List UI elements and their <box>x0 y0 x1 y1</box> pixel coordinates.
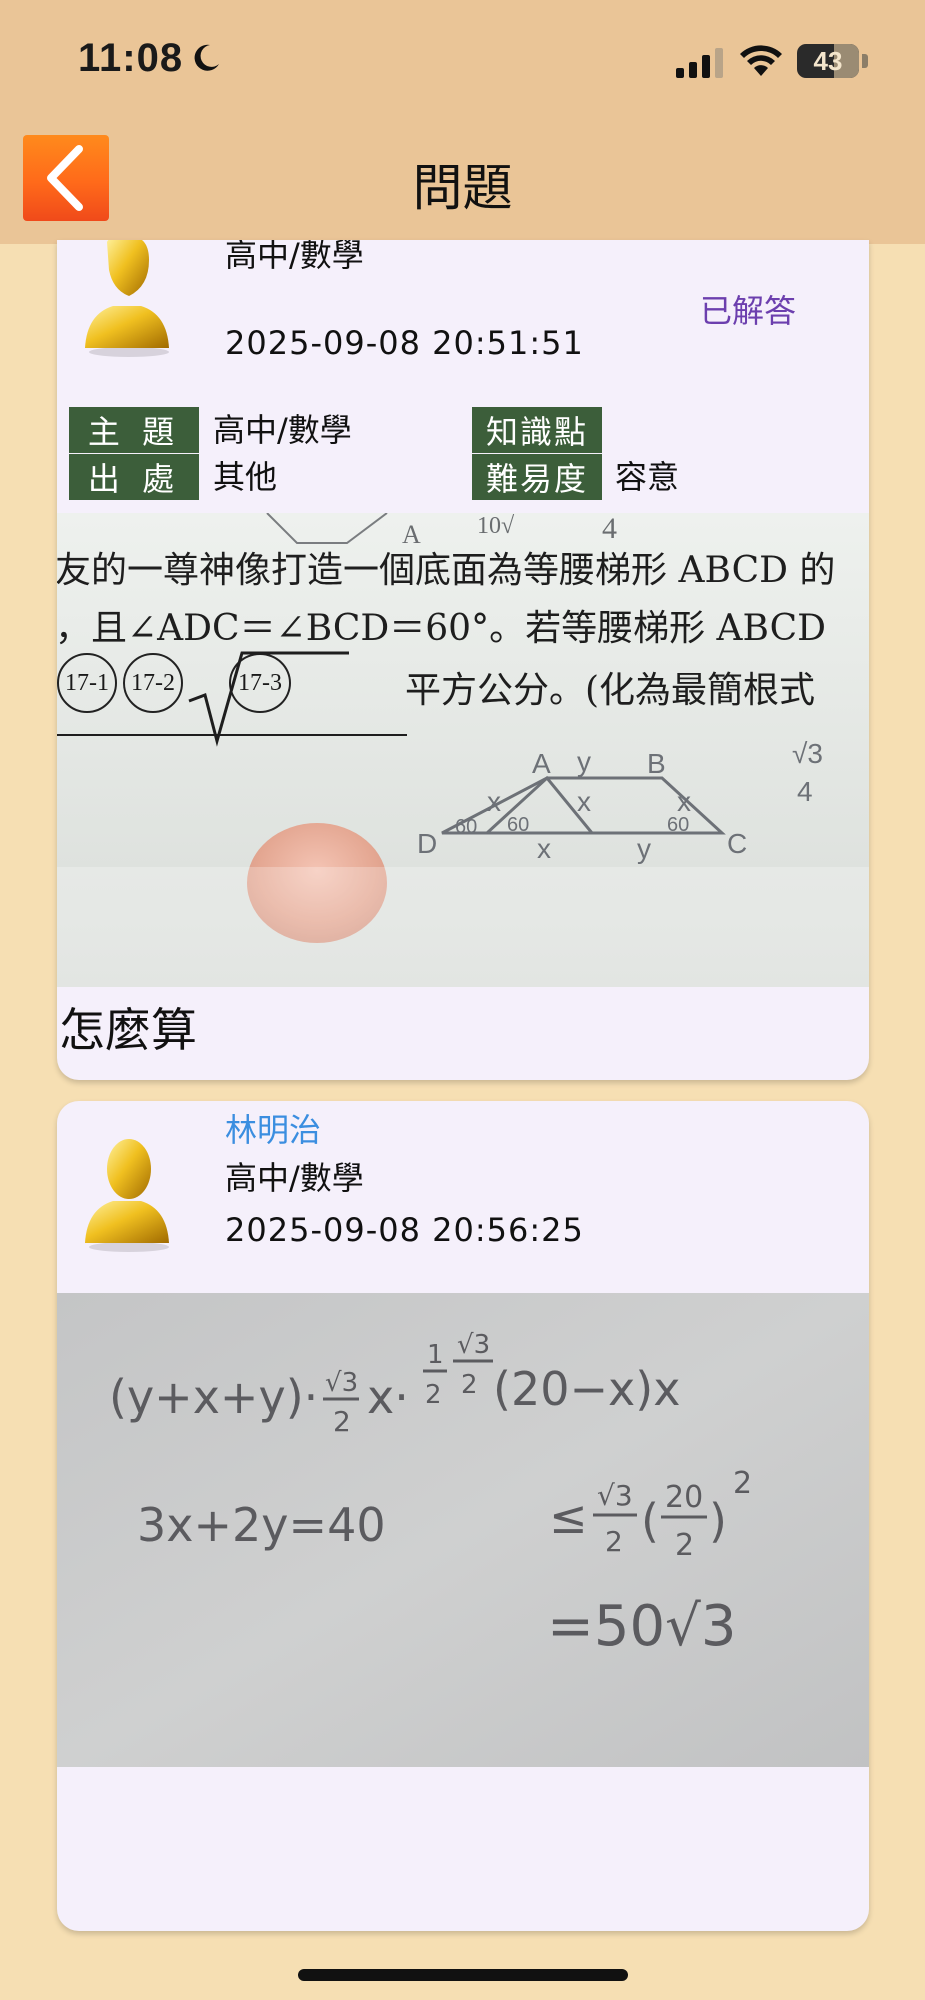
svg-text:2: 2 <box>333 1405 351 1438</box>
answer-card[interactable]: 林明治 高中/數學 2025-09-08 20:56:25 (y+x+y)· √… <box>57 1101 869 1931</box>
source-label: 出 處 <box>69 454 199 500</box>
question-photo[interactable]: A 10√ 4 友的一尊神像打造一個底面為等腰梯形 ABCD 的 ，且∠ADC＝… <box>57 513 869 987</box>
subject-line: 高中/數學 <box>225 1159 364 1197</box>
svg-text:(20−x)x: (20−x)x <box>493 1362 680 1416</box>
user-avatar-icon <box>85 1139 169 1252</box>
moon-icon <box>194 44 219 71</box>
svg-text:(y+x+y)·: (y+x+y)· <box>109 1370 318 1424</box>
photo-text-line1: 友的一尊神像打造一個底面為等腰梯形 ABCD 的 <box>57 550 836 591</box>
battery-level: 43 <box>813 46 843 76</box>
knowledge-label: 知識點 <box>472 407 602 453</box>
photo-text-line3: 平方公分。(化為最簡根式 <box>405 670 816 711</box>
svg-text:): ) <box>709 1494 727 1548</box>
question-text: 怎麼算 <box>59 1003 197 1057</box>
post-datetime: 2025-09-08 20:56:25 <box>225 1211 584 1249</box>
svg-text:B: B <box>647 748 666 779</box>
battery-icon: 43 <box>797 44 859 78</box>
answer-photo-image: (y+x+y)· √3 2 x· 1 2 √3 2 (20−x)x 3x+2y=… <box>57 1293 869 1767</box>
svg-text:x·: x· <box>367 1370 409 1424</box>
svg-text:10√: 10√ <box>477 513 515 539</box>
svg-text:A: A <box>532 748 551 779</box>
svg-text:2: 2 <box>605 1525 623 1558</box>
svg-text:x: x <box>537 833 551 864</box>
svg-text:≤: ≤ <box>549 1490 588 1544</box>
svg-text:60: 60 <box>455 816 477 838</box>
wifi-icon <box>740 45 782 76</box>
signal-icon <box>676 48 723 78</box>
svg-text:4: 4 <box>797 776 813 807</box>
svg-text:C: C <box>727 828 747 859</box>
svg-text:2: 2 <box>425 1380 442 1410</box>
page-title: 問題 <box>412 159 513 217</box>
user-avatar-icon <box>85 240 169 357</box>
svg-text:x: x <box>577 786 591 817</box>
difficulty-value: 容意 <box>615 458 680 496</box>
svg-text:2: 2 <box>461 1370 478 1400</box>
status-time: 11:08 <box>78 36 184 80</box>
svg-text:D: D <box>417 828 437 859</box>
battery-cap <box>862 54 868 68</box>
post-datetime: 2025-09-08 20:51:51 <box>225 324 584 362</box>
topic-label: 主 題 <box>69 407 199 453</box>
topic-value: 高中/數學 <box>213 411 352 449</box>
svg-text:=50√3: =50√3 <box>547 1594 737 1659</box>
svg-text:(: ( <box>641 1494 659 1548</box>
top-bar: 11:08 43 問題 <box>0 0 925 244</box>
svg-text:√3: √3 <box>325 1368 358 1398</box>
svg-text:x: x <box>487 786 501 817</box>
svg-text:3x+2y=40: 3x+2y=40 <box>137 1498 386 1552</box>
svg-text:1: 1 <box>427 1340 444 1370</box>
difficulty-label: 難易度 <box>472 454 602 500</box>
svg-text:√3: √3 <box>792 738 823 769</box>
svg-text:√3: √3 <box>597 1479 633 1512</box>
answer-photo[interactable]: (y+x+y)· √3 2 x· 1 2 √3 2 (20−x)x 3x+2y=… <box>57 1293 869 1767</box>
svg-text:y: y <box>637 833 651 864</box>
home-indicator[interactable] <box>298 1969 628 1981</box>
question-card[interactable]: 高中/數學 2025-09-08 20:51:51 已解答 主 題 高中/數學 … <box>57 240 869 1080</box>
svg-text:60: 60 <box>667 814 689 836</box>
user-name-link[interactable]: 林明治 <box>225 1105 321 1151</box>
svg-text:2: 2 <box>675 1528 694 1563</box>
status-badge: 已解答 <box>700 292 797 330</box>
source-value: 其他 <box>213 458 278 496</box>
svg-text:y: y <box>577 746 591 777</box>
svg-text:60: 60 <box>507 814 529 836</box>
svg-text:√3: √3 <box>457 1330 490 1360</box>
subject-line: 高中/數學 <box>225 240 364 274</box>
svg-text:x: x <box>677 786 691 817</box>
svg-text:2: 2 <box>733 1466 752 1501</box>
svg-text:20: 20 <box>665 1480 703 1515</box>
